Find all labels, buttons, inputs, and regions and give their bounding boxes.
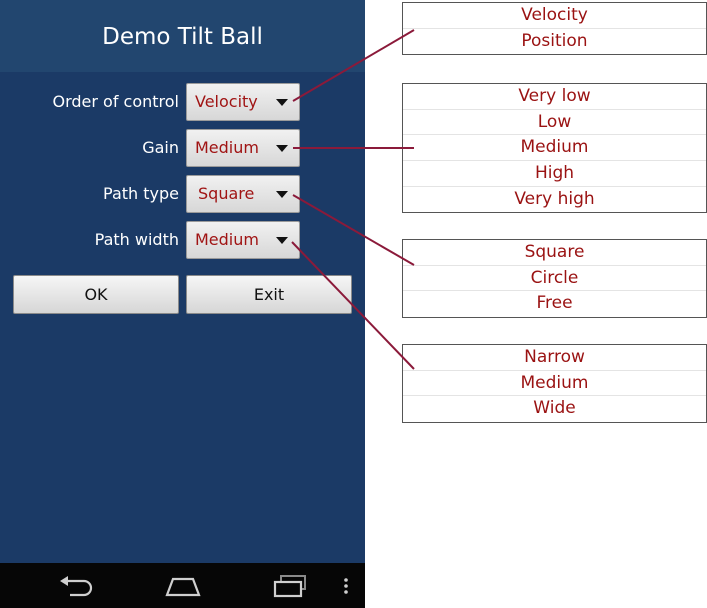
- dropdown-arrow-icon: [276, 237, 288, 244]
- exit-button[interactable]: Exit: [186, 275, 352, 314]
- dropdown-arrow-icon: [276, 99, 288, 106]
- option-item: Free: [536, 293, 573, 314]
- option-item: Narrow: [403, 345, 706, 371]
- dropdown-arrow-icon: [276, 191, 288, 198]
- phone-screen: Demo Tilt Ball Order of control Velocity…: [0, 0, 365, 608]
- option-item: Velocity: [403, 3, 706, 29]
- overflow-menu-icon[interactable]: [342, 577, 350, 595]
- order-of-control-options: Velocity Position: [402, 2, 707, 56]
- navigation-bar: [0, 563, 365, 608]
- path-type-spinner[interactable]: Square: [186, 175, 300, 213]
- title-bar: Demo Tilt Ball: [0, 0, 365, 72]
- ok-button[interactable]: OK: [13, 275, 179, 314]
- path-type-options: Square Circle Free: [402, 239, 707, 319]
- recent-apps-icon[interactable]: [272, 574, 308, 598]
- back-icon[interactable]: [58, 575, 94, 597]
- option-item: Circle: [403, 266, 706, 292]
- path-width-label: Path width: [94, 230, 179, 249]
- option-item: Low: [403, 110, 706, 136]
- app-title: Demo Tilt Ball: [102, 24, 263, 50]
- path-width-options: Narrow Medium Wide: [402, 344, 707, 424]
- gain-spinner[interactable]: Medium: [186, 129, 300, 167]
- gain-label: Gain: [142, 138, 179, 157]
- path-width-spinner[interactable]: Medium: [186, 221, 300, 259]
- order-of-control-value: Velocity: [195, 92, 258, 111]
- option-item: Very low: [403, 84, 706, 110]
- home-icon[interactable]: [164, 575, 202, 597]
- order-of-control-label: Order of control: [52, 92, 179, 111]
- option-item: Medium: [403, 135, 706, 162]
- option-item: High: [403, 161, 706, 187]
- path-type-label: Path type: [103, 184, 179, 203]
- option-item: Medium: [403, 371, 706, 397]
- order-of-control-spinner[interactable]: Velocity: [186, 83, 300, 121]
- option-item: Square: [403, 240, 706, 266]
- option-item: Position: [521, 30, 588, 51]
- gain-options: Very low Low Medium High Very high: [402, 83, 707, 214]
- path-width-value: Medium: [195, 230, 259, 249]
- option-item: Very high: [514, 188, 595, 209]
- dropdown-arrow-icon: [276, 145, 288, 152]
- path-type-value: Square: [198, 184, 255, 203]
- option-item: Wide: [533, 398, 576, 419]
- gain-value: Medium: [195, 138, 259, 157]
